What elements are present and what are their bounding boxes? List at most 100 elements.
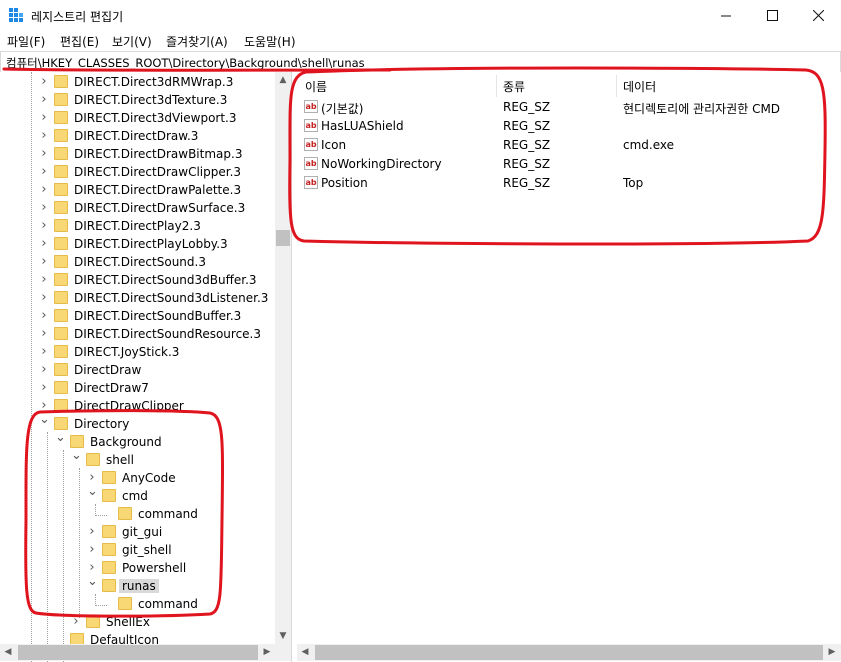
- tree-node-label[interactable]: ShellEx: [106, 615, 150, 629]
- tree-node[interactable]: ⌄ Background: [0, 431, 275, 451]
- collapse-chevron-icon[interactable]: ⌄: [55, 431, 66, 444]
- scroll-up-arrow-icon[interactable]: ▲: [275, 72, 291, 88]
- tree-node-label[interactable]: Background: [90, 435, 162, 449]
- tree-node-label[interactable]: DIRECT.DirectPlayLobby.3: [74, 237, 228, 251]
- tree-node-label[interactable]: DIRECT.Direct3dTexture.3: [74, 93, 227, 107]
- tree-node[interactable]: › DIRECT.DirectDrawClipper.3: [0, 163, 275, 181]
- collapse-chevron-icon[interactable]: ⌄: [71, 449, 82, 462]
- expand-chevron-icon[interactable]: ›: [87, 471, 97, 484]
- expand-chevron-icon[interactable]: ›: [39, 237, 49, 250]
- minimize-button[interactable]: [703, 0, 749, 31]
- expand-chevron-icon[interactable]: ›: [39, 201, 49, 214]
- tree-node-label[interactable]: cmd: [122, 489, 148, 503]
- value-name[interactable]: Icon: [321, 138, 346, 152]
- address-bar[interactable]: 컴퓨터\HKEY_CLASSES_ROOT\Directory\Backgrou…: [0, 51, 841, 73]
- value-row[interactable]: ab NoWorkingDirectory REG_SZ: [297, 154, 841, 173]
- value-row[interactable]: ab (기본값) REG_SZ 현디렉토리에 관리자권한 CMD: [297, 97, 841, 116]
- maximize-button[interactable]: [749, 0, 795, 31]
- tree-node[interactable]: ⌄ Directory: [0, 413, 275, 433]
- tree-node[interactable]: › DIRECT.Direct3dViewport.3: [0, 109, 275, 127]
- tree-hscroll-thumb[interactable]: [18, 645, 258, 660]
- tree-node-label[interactable]: command: [138, 507, 198, 521]
- tree-node-label[interactable]: DIRECT.DirectPlay2.3: [74, 219, 201, 233]
- list-hscroll-thumb[interactable]: [315, 645, 823, 660]
- tree-node-label[interactable]: git_gui: [122, 525, 162, 539]
- menu-file[interactable]: 파일(F): [7, 33, 45, 50]
- tree-node-label[interactable]: DIRECT.DirectSoundBuffer.3: [74, 309, 241, 323]
- tree-node[interactable]: › DIRECT.DirectSound.3: [0, 253, 275, 271]
- expand-chevron-icon[interactable]: ›: [39, 255, 49, 268]
- tree-node-label[interactable]: Directory: [74, 417, 129, 431]
- tree-node-label[interactable]: DIRECT.Direct3dViewport.3: [74, 111, 237, 125]
- menu-view[interactable]: 보기(V): [112, 33, 152, 50]
- column-divider[interactable]: [616, 75, 617, 97]
- expand-chevron-icon[interactable]: ›: [39, 381, 49, 394]
- value-list[interactable]: 이름 종류 데이터 ab (기본값) REG_SZ 현디렉토리에 관리자권한 CMD a…: [297, 72, 841, 644]
- tree-node[interactable]: ⌄ shell: [0, 449, 275, 469]
- tree-node-label[interactable]: DIRECT.DirectSoundResource.3: [74, 327, 261, 341]
- value-row[interactable]: ab HasLUAShield REG_SZ: [297, 116, 841, 135]
- expand-chevron-icon[interactable]: ›: [39, 75, 49, 88]
- registry-tree[interactable]: › DIRECT.Direct3dRMWrap.3 › DIRECT.Direct3d…: [0, 72, 291, 662]
- tree-node[interactable]: › DIRECT.Direct3dRMWrap.3: [0, 73, 275, 91]
- tree-scroll-thumb[interactable]: [276, 230, 290, 246]
- expand-chevron-icon[interactable]: ›: [39, 273, 49, 286]
- tree-node-label[interactable]: Powershell: [122, 561, 186, 575]
- tree-node-label[interactable]: git_shell: [122, 543, 172, 557]
- tree-node-label[interactable]: DIRECT.DirectDrawPalette.3: [74, 183, 241, 197]
- value-name[interactable]: HasLUAShield: [321, 119, 404, 133]
- tree-node-label[interactable]: DIRECT.Direct3dRMWrap.3: [74, 75, 233, 89]
- tree-node[interactable]: › DIRECT.DirectDrawSurface.3: [0, 199, 275, 217]
- expand-chevron-icon[interactable]: ›: [39, 291, 49, 304]
- expand-chevron-icon[interactable]: ›: [39, 147, 49, 160]
- scroll-down-arrow-icon[interactable]: ▼: [275, 628, 291, 644]
- collapse-chevron-icon[interactable]: ⌄: [87, 485, 98, 498]
- value-row[interactable]: ab Position REG_SZ Top: [297, 173, 841, 192]
- tree-node[interactable]: ⌄ runas: [0, 575, 275, 595]
- tree-node[interactable]: › ShellEx: [0, 613, 275, 631]
- collapse-chevron-icon[interactable]: ⌄: [39, 413, 50, 426]
- tree-node-label[interactable]: DIRECT.DirectSound.3: [74, 255, 206, 269]
- expand-chevron-icon[interactable]: ›: [39, 363, 49, 376]
- menu-edit[interactable]: 편집(E): [60, 33, 99, 50]
- collapse-chevron-icon[interactable]: ⌄: [87, 575, 98, 588]
- expand-chevron-icon[interactable]: ›: [39, 165, 49, 178]
- column-header-name[interactable]: 이름: [305, 78, 327, 95]
- tree-node[interactable]: › DirectDraw: [0, 361, 275, 379]
- tree-horizontal-scrollbar[interactable]: ◀ ▶: [0, 644, 291, 661]
- menu-favorites[interactable]: 즐겨찾기(A): [166, 33, 228, 50]
- tree-node[interactable]: › AnyCode: [0, 469, 275, 487]
- tree-node[interactable]: › git_gui: [0, 523, 275, 541]
- tree-node-label[interactable]: DIRECT.DirectSound3dBuffer.3: [74, 273, 257, 287]
- expand-chevron-icon[interactable]: ›: [87, 543, 97, 556]
- expand-chevron-icon[interactable]: ›: [39, 129, 49, 142]
- tree-node-label[interactable]: DIRECT.JoyStick.3: [74, 345, 179, 359]
- tree-node-label[interactable]: DirectDraw: [74, 363, 141, 377]
- tree-node[interactable]: › DIRECT.DirectDrawPalette.3: [0, 181, 275, 199]
- tree-node-label[interactable]: runas: [119, 579, 159, 593]
- column-header-data[interactable]: 데이터: [623, 78, 656, 95]
- address-path[interactable]: 컴퓨터\HKEY_CLASSES_ROOT\Directory\Backgrou…: [6, 55, 365, 71]
- menu-help[interactable]: 도움말(H): [244, 33, 296, 50]
- tree-node[interactable]: › DIRECT.DirectDraw.3: [0, 127, 275, 145]
- tree-node[interactable]: › DIRECT.DirectPlayLobby.3: [0, 235, 275, 253]
- expand-chevron-icon[interactable]: ›: [39, 345, 49, 358]
- scroll-left-arrow-icon[interactable]: ◀: [297, 644, 313, 661]
- expand-chevron-icon[interactable]: ›: [39, 111, 49, 124]
- column-divider[interactable]: [496, 75, 497, 97]
- tree-node[interactable]: ⌄ cmd: [0, 485, 275, 505]
- expand-chevron-icon[interactable]: ›: [39, 399, 49, 412]
- tree-node[interactable]: › Powershell: [0, 559, 275, 577]
- tree-node[interactable]: › DIRECT.JoyStick.3: [0, 343, 275, 361]
- tree-node[interactable]: › DIRECT.DirectSound3dListener.3: [0, 289, 275, 307]
- scroll-left-arrow-icon[interactable]: ◀: [0, 644, 16, 661]
- scroll-right-arrow-icon[interactable]: ▶: [259, 644, 275, 661]
- tree-node[interactable]: › DIRECT.Direct3dTexture.3: [0, 91, 275, 109]
- expand-chevron-icon[interactable]: ›: [87, 561, 97, 574]
- close-button[interactable]: [795, 0, 841, 31]
- tree-node-label[interactable]: DIRECT.DirectDrawBitmap.3: [74, 147, 242, 161]
- tree-node[interactable]: › DIRECT.DirectSoundResource.3: [0, 325, 275, 343]
- list-horizontal-scrollbar[interactable]: ◀ ▶: [297, 644, 841, 661]
- tree-node[interactable]: › git_shell: [0, 541, 275, 559]
- tree-node[interactable]: › DirectDraw7: [0, 379, 275, 397]
